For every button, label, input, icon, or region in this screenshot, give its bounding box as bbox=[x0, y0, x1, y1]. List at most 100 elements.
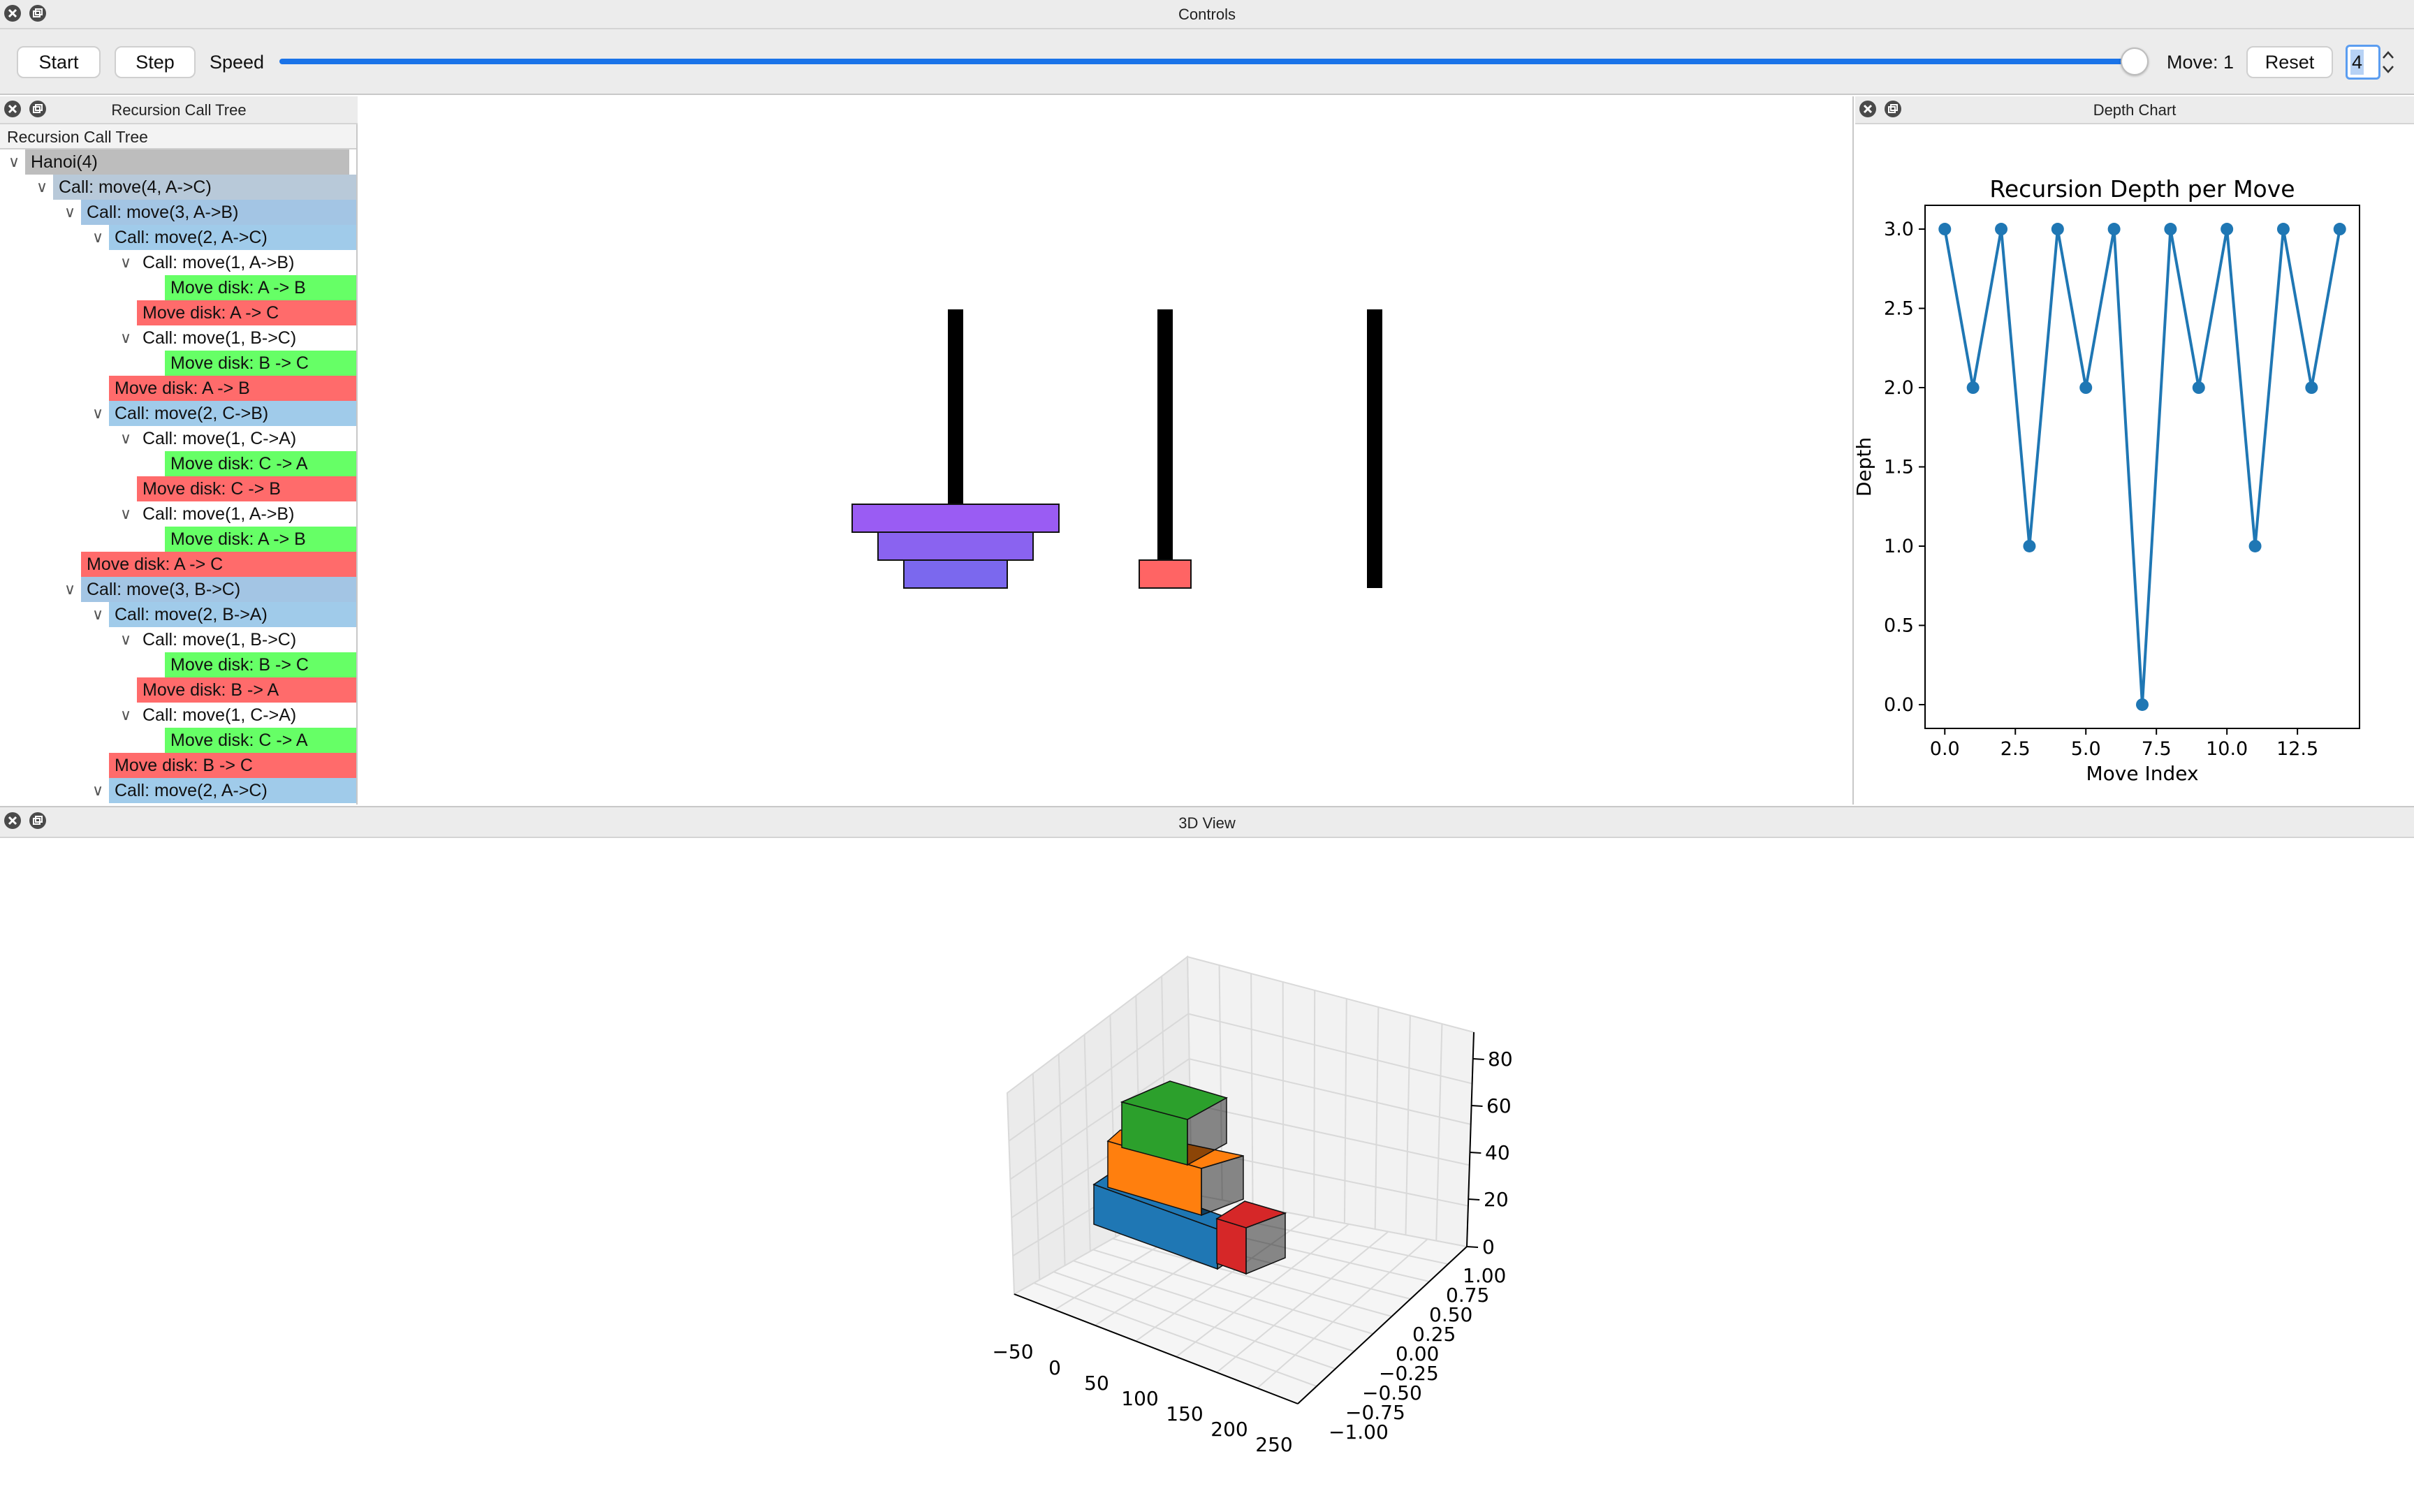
x-tick-label: 0.0 bbox=[1930, 738, 1960, 760]
hanoi-drawing bbox=[851, 309, 1382, 589]
depth-float-icon[interactable] bbox=[1883, 99, 1903, 119]
view3d-close-icon[interactable] bbox=[3, 811, 22, 830]
x-tick-label: 100 bbox=[1121, 1387, 1158, 1410]
chevron-down-icon[interactable]: ∨ bbox=[36, 175, 47, 200]
controls-float-icon[interactable] bbox=[28, 3, 47, 23]
tree-row-label: Move disk: B -> A bbox=[142, 680, 279, 700]
tree-float-icon[interactable] bbox=[28, 99, 47, 119]
tree-row-label: Call: move(3, A->B) bbox=[87, 203, 239, 222]
y-tick-label: −1.00 bbox=[1329, 1421, 1389, 1444]
tree-row[interactable]: Move disk: A -> C bbox=[0, 552, 356, 577]
tree-row[interactable]: Move disk: A -> B bbox=[0, 376, 356, 401]
tree-row[interactable]: ∨ Call: move(1, B->C) bbox=[0, 627, 356, 652]
view3d-float-icon[interactable] bbox=[28, 811, 47, 830]
chevron-down-icon[interactable]: ∨ bbox=[120, 627, 131, 652]
depth-chart-panel: Recursion Depth per Move 0.0 0.5 1.0 1.5 2.0 2… bbox=[1852, 124, 2414, 805]
tree-close-icon[interactable] bbox=[3, 99, 22, 119]
data-point bbox=[1995, 223, 2008, 236]
tree-row-label: Call: move(1, B->C) bbox=[142, 328, 297, 348]
tree-row[interactable]: ∨ Call: move(1, A->B) bbox=[0, 501, 356, 527]
tree-row[interactable]: Move disk: A -> C bbox=[0, 300, 356, 325]
chevron-down-icon[interactable]: ∨ bbox=[64, 577, 75, 602]
chevron-down-icon[interactable]: ∨ bbox=[92, 602, 103, 627]
tree-row[interactable]: ∨ Call: move(1, C->A) bbox=[0, 703, 356, 728]
data-point bbox=[2079, 381, 2093, 395]
chevron-down-icon[interactable]: ∨ bbox=[120, 325, 131, 351]
disk bbox=[877, 531, 1034, 561]
tree-row[interactable]: ∨ Hanoi(4) bbox=[0, 149, 356, 175]
speed-slider-handle[interactable] bbox=[2121, 47, 2149, 75]
data-point bbox=[2107, 223, 2121, 236]
chevron-down-icon[interactable]: ∨ bbox=[120, 426, 131, 451]
tree-row-label: Call: move(2, A->C) bbox=[115, 228, 268, 247]
tree-row[interactable]: Move disk: C -> A bbox=[0, 728, 356, 753]
tree-row-label: Call: move(2, A->C) bbox=[115, 781, 268, 800]
controls-close-icon[interactable] bbox=[3, 3, 22, 23]
chevron-down-icon[interactable]: ∨ bbox=[92, 401, 103, 426]
data-point bbox=[1938, 223, 1952, 236]
tree-row-label: Move disk: B -> C bbox=[115, 756, 253, 775]
y-tick-label: 0.5 bbox=[1884, 615, 1914, 636]
tree-row[interactable]: ∨ Call: move(2, C->B) bbox=[0, 401, 356, 426]
tree-row[interactable]: ∨ Call: move(2, A->C) bbox=[0, 778, 356, 803]
tree-rows: ∨ Hanoi(4) ∨ Call: move(4, A->C) ∨ Call: move… bbox=[0, 149, 356, 805]
z-tick-label: 80 bbox=[1488, 1048, 1513, 1071]
data-point bbox=[2192, 381, 2205, 395]
y-tick-label: 3.0 bbox=[1884, 219, 1914, 240]
z-tick-label: 60 bbox=[1486, 1094, 1512, 1117]
tree-row-label: Move disk: C -> A bbox=[170, 454, 308, 474]
hanoi-canvas bbox=[359, 96, 1854, 805]
y-tick-label: 2.0 bbox=[1884, 377, 1914, 399]
chevron-down-icon[interactable]: ∨ bbox=[120, 501, 131, 527]
view3d-titlebar: 3D View bbox=[0, 806, 2414, 838]
chevron-down-icon[interactable]: ∨ bbox=[64, 200, 75, 225]
depth-chart: Recursion Depth per Move 0.0 0.5 1.0 1.5 2.0 2… bbox=[1852, 175, 2360, 785]
speed-slider[interactable] bbox=[279, 47, 2149, 77]
tree-row-label: Move disk: A -> B bbox=[170, 529, 306, 549]
data-point bbox=[2248, 539, 2262, 552]
chart-title: Recursion Depth per Move bbox=[1989, 175, 2295, 203]
chevron-down-icon[interactable]: ∨ bbox=[92, 225, 103, 250]
tree-row-label: Call: move(1, A->B) bbox=[142, 253, 295, 272]
x-tick-label: 200 bbox=[1210, 1418, 1248, 1441]
disk bbox=[851, 504, 1060, 533]
tree-row[interactable]: ∨ Call: move(3, A->B) bbox=[0, 200, 356, 225]
tree-row[interactable]: Move disk: B -> A bbox=[0, 677, 356, 703]
y-tick-label: 1.5 bbox=[1884, 457, 1914, 478]
x-tick-label: 150 bbox=[1166, 1402, 1203, 1425]
chevron-down-icon[interactable]: ∨ bbox=[92, 778, 103, 803]
x-tick-label: 7.5 bbox=[2142, 738, 2172, 760]
peg-c bbox=[1367, 309, 1382, 588]
tree-window-title: Recursion Call Tree bbox=[111, 101, 247, 119]
tree-row[interactable]: ∨ Call: move(2, A->C) bbox=[0, 225, 356, 250]
tree-row[interactable]: Move disk: B -> C bbox=[0, 753, 356, 778]
tree-row[interactable]: ∨ Call: move(2, B->A) bbox=[0, 602, 356, 627]
reset-button[interactable]: Reset bbox=[2246, 46, 2333, 78]
tree-row[interactable]: Move disk: C -> A bbox=[0, 451, 356, 476]
spin-arrows-icon[interactable] bbox=[2380, 47, 2396, 77]
x-tick-label: 0 bbox=[1048, 1356, 1061, 1379]
tree-row-label: Move disk: A -> C bbox=[87, 555, 224, 574]
depth-close-icon[interactable] bbox=[1858, 99, 1878, 119]
tree-row[interactable]: ∨ Call: move(1, B->C) bbox=[0, 325, 356, 351]
tree-row[interactable]: Move disk: A -> B bbox=[0, 275, 356, 300]
tree-row[interactable]: Move disk: A -> B bbox=[0, 527, 356, 552]
chevron-down-icon[interactable]: ∨ bbox=[120, 250, 131, 275]
tree-row[interactable]: ∨ Call: move(1, C->A) bbox=[0, 426, 356, 451]
tree-row[interactable]: ∨ Call: move(1, A->B) bbox=[0, 250, 356, 275]
view3d-panel: 0 20 40 60 80 −50 0 50 100 150 200 250 1.00 0.75 0.50 0… bbox=[0, 838, 2414, 1509]
step-button[interactable]: Step bbox=[115, 46, 196, 78]
tree-header[interactable]: Recursion Call Tree bbox=[0, 124, 356, 149]
x-tick-label: −50 bbox=[992, 1340, 1033, 1363]
start-button[interactable]: Start bbox=[17, 46, 101, 78]
tree-row[interactable]: Move disk: C -> B bbox=[0, 476, 356, 501]
data-point bbox=[2164, 223, 2177, 236]
tree-row[interactable]: ∨ Call: move(3, B->C) bbox=[0, 577, 356, 602]
tree-row[interactable]: Move disk: B -> C bbox=[0, 652, 356, 677]
wall-grid-line bbox=[1313, 990, 1316, 1218]
disk-count-spinbox[interactable]: 4 bbox=[2346, 45, 2380, 80]
chevron-down-icon[interactable]: ∨ bbox=[8, 149, 20, 175]
chevron-down-icon[interactable]: ∨ bbox=[120, 703, 131, 728]
tree-row[interactable]: Move disk: B -> C bbox=[0, 351, 356, 376]
tree-row[interactable]: ∨ Call: move(4, A->C) bbox=[0, 175, 356, 200]
